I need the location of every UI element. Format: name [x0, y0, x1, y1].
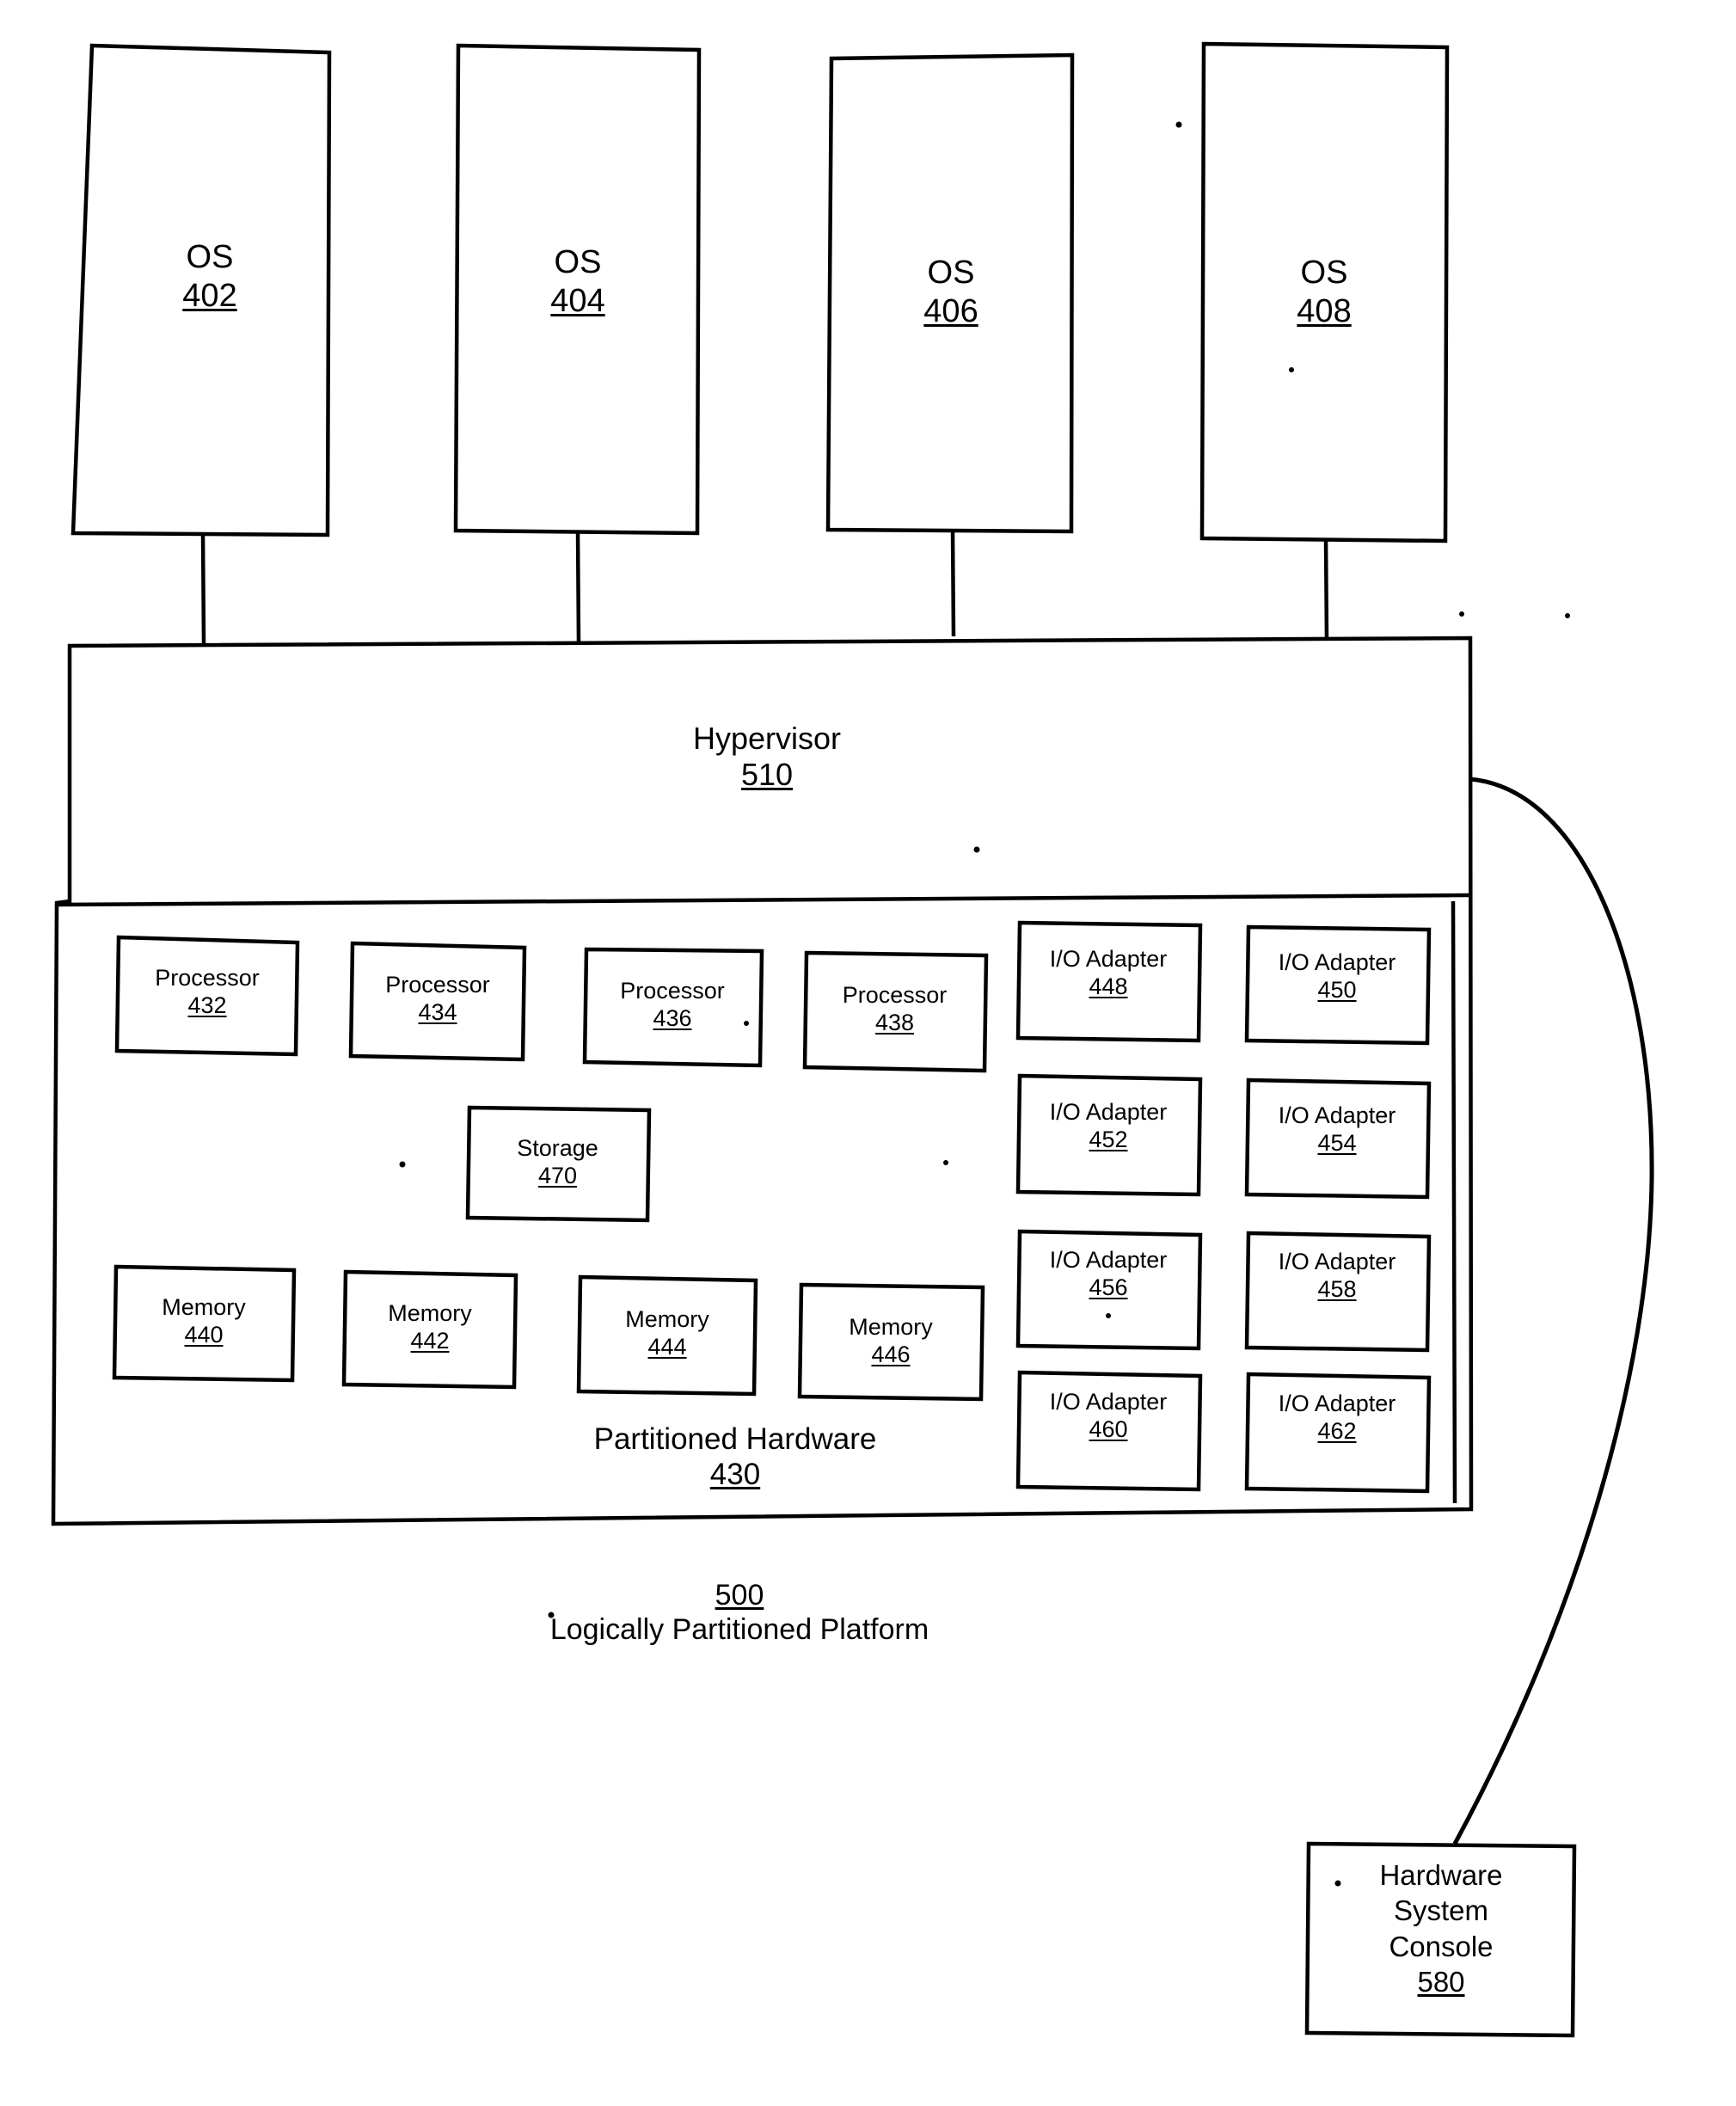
hardware-system-console-box	[1304, 1841, 1577, 2038]
os-box-404	[453, 43, 702, 536]
io-adapter-box-452	[1015, 1073, 1203, 1197]
io-adapter-box-458	[1244, 1231, 1432, 1353]
io-adapter-box-450	[1244, 924, 1432, 1046]
os-box-406	[825, 52, 1075, 534]
processor-box-432	[114, 935, 300, 1057]
io-adapter-box-456	[1015, 1229, 1203, 1351]
storage-box-470	[465, 1105, 652, 1223]
hypervisor-divider	[56, 893, 1469, 907]
diagram-canvas	[51, 41, 1654, 2038]
console-connector-curve	[1452, 777, 1654, 1845]
partitioned-hardware-inner-boundary	[1451, 900, 1457, 1504]
os-box-408	[1199, 41, 1450, 543]
connector-os-406	[950, 529, 956, 637]
io-adapter-box-454	[1244, 1078, 1432, 1200]
memory-box-442	[341, 1269, 518, 1390]
connector-os-408	[1323, 538, 1329, 642]
memory-box-446	[797, 1282, 985, 1402]
io-adapter-box-448	[1015, 920, 1203, 1043]
connector-os-402	[200, 533, 206, 644]
connector-os-404	[575, 530, 581, 644]
os-box-402	[71, 43, 332, 537]
processor-box-438	[802, 950, 989, 1073]
io-adapter-box-462	[1244, 1372, 1432, 1494]
memory-box-444	[576, 1274, 758, 1397]
memory-box-440	[112, 1264, 297, 1383]
processor-box-434	[348, 941, 527, 1062]
io-adapter-box-460	[1015, 1370, 1203, 1492]
patent-figure-page: OS 402 OS 404 OS 406 OS 408 Hypervisor 5…	[0, 0, 1736, 2106]
processor-box-436	[582, 947, 764, 1068]
